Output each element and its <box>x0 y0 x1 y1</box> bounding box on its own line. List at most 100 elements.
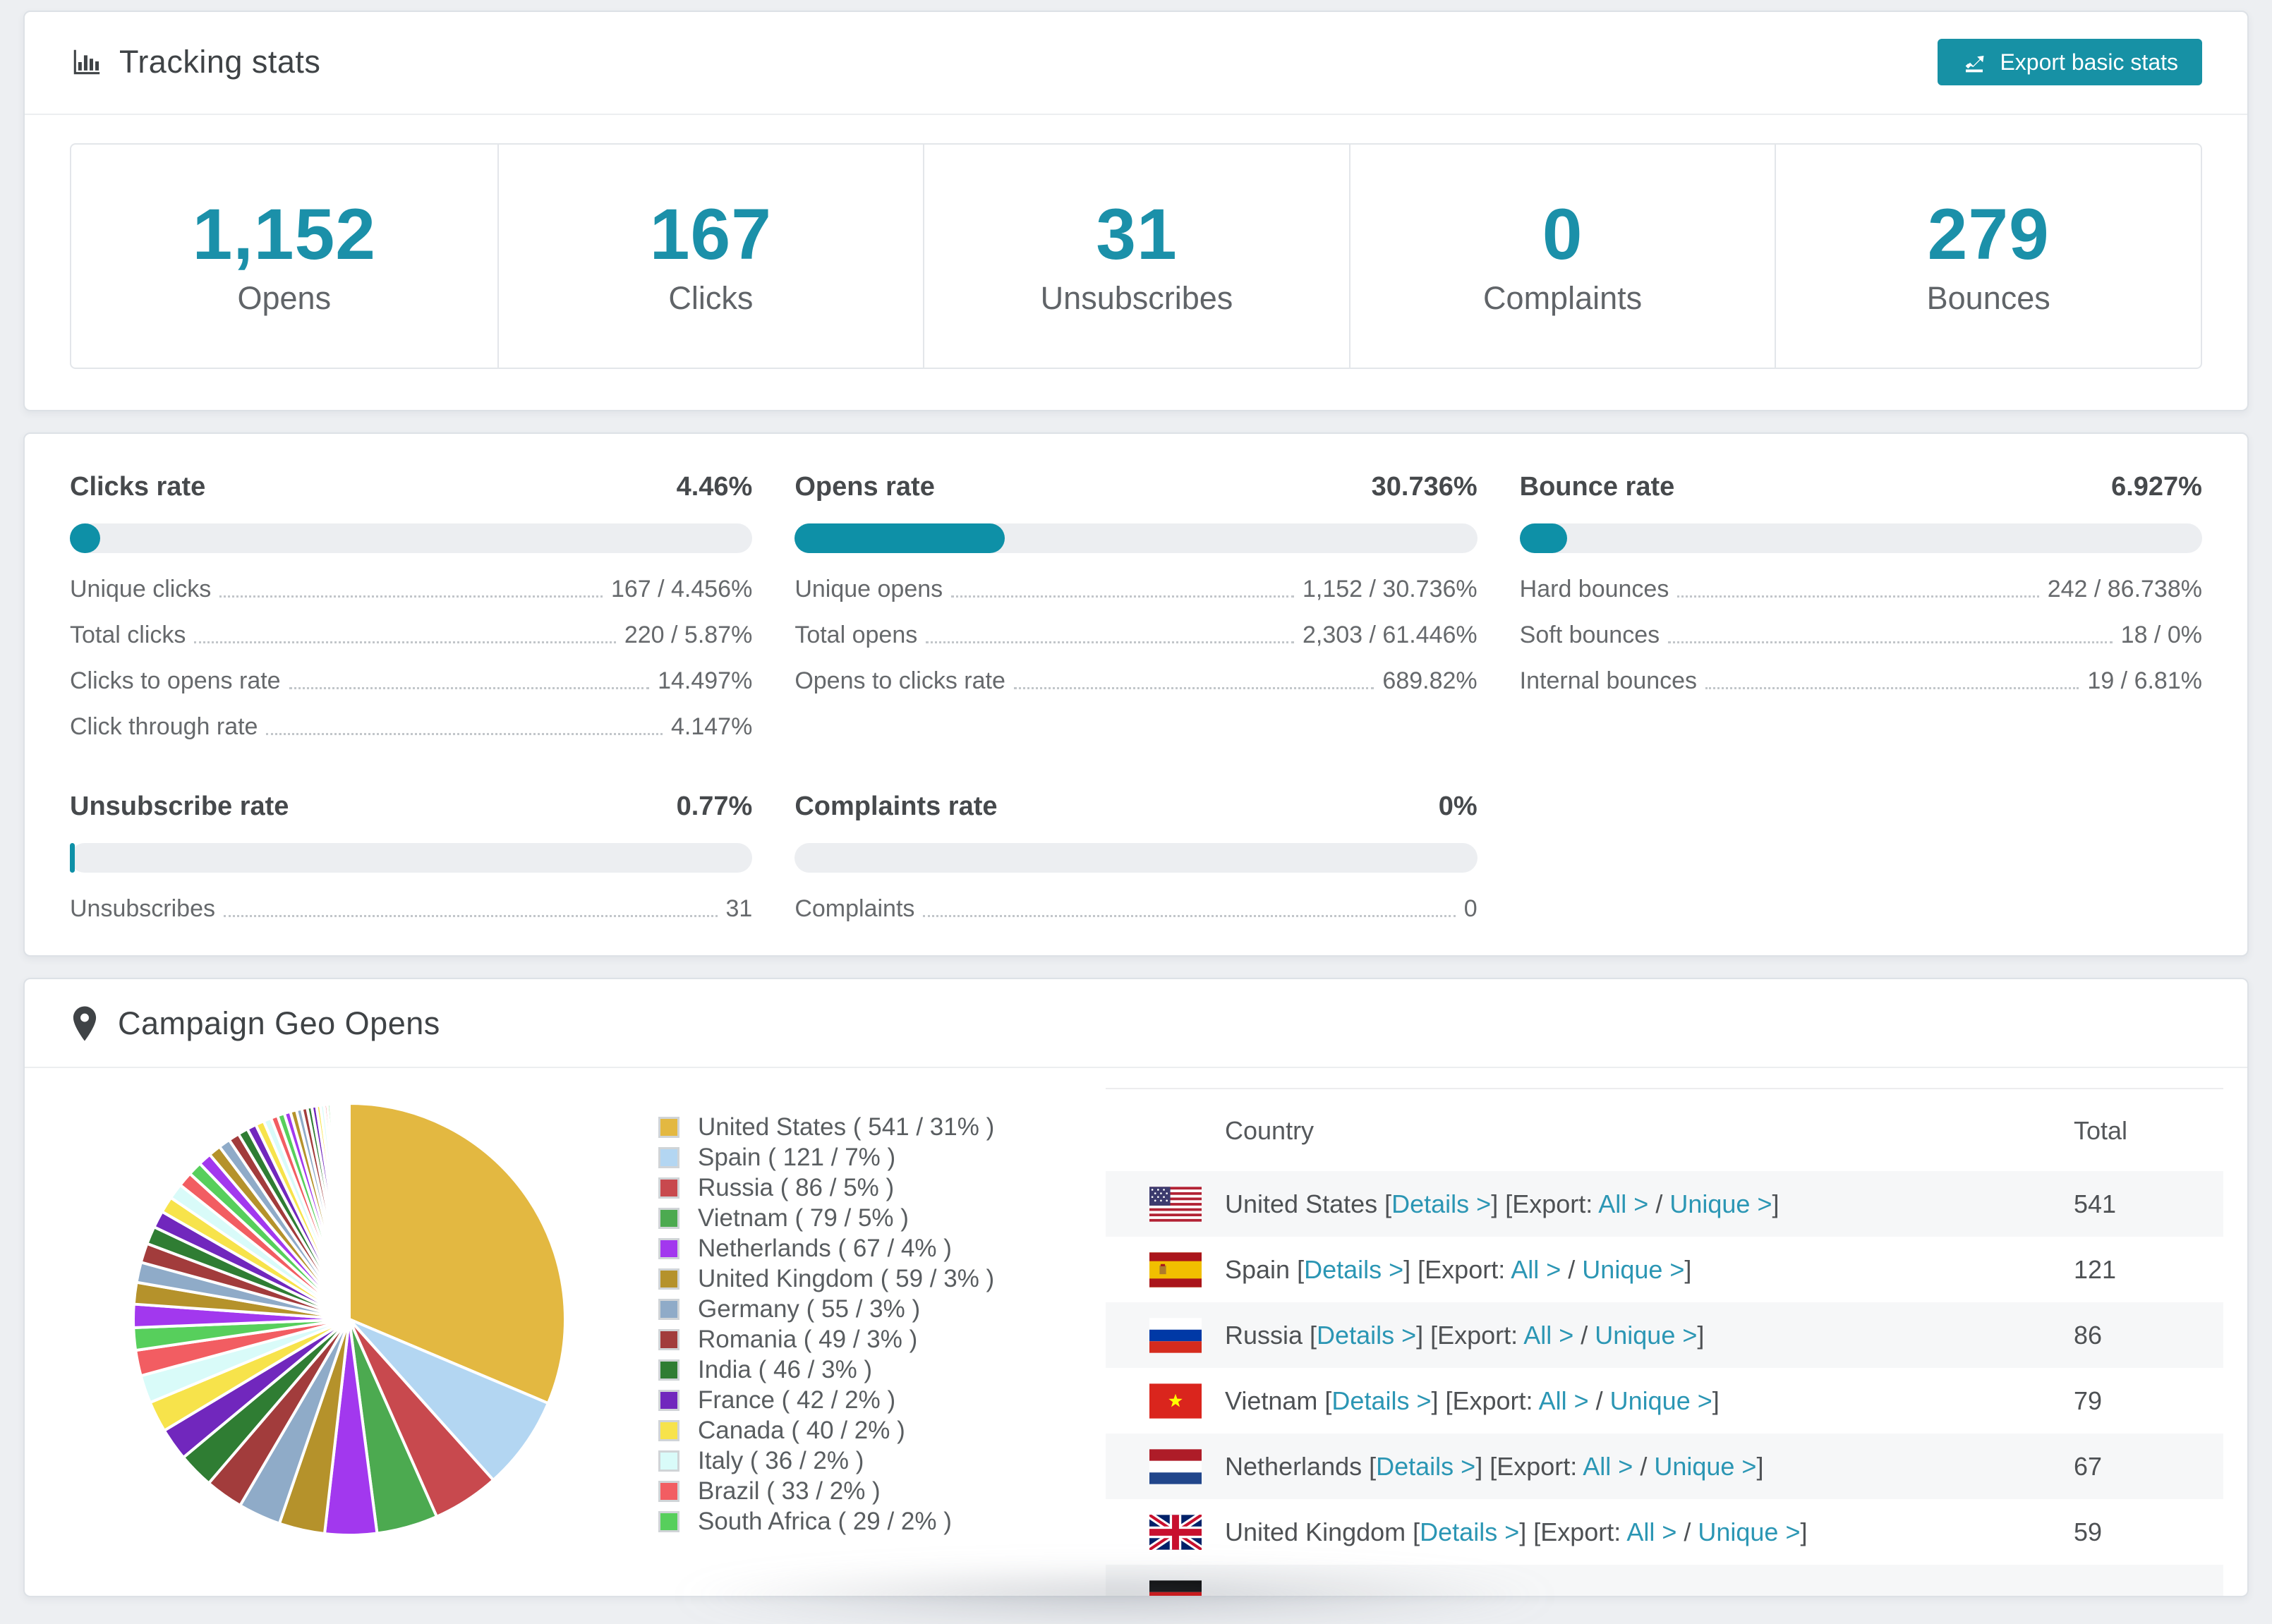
table-row-russia: Russia [Details >] [Export: All > / Uniq… <box>1106 1302 2223 1368</box>
rate-block-clicks-rate: Clicks rate 4.46% Unique clicks 167 / 4.… <box>70 472 753 741</box>
geo-pie-chart <box>131 1101 568 1541</box>
legend-item-brazil: Brazil ( 33 / 2% ) <box>658 1476 1090 1506</box>
rate-row-label: Total opens <box>794 622 918 648</box>
rate-row: Opens to clicks rate 689.82% <box>794 667 1477 695</box>
details-link[interactable]: Details > <box>1376 1452 1475 1481</box>
rate-row-value: 1,152 / 30.736% <box>1303 576 1478 602</box>
export-all-link[interactable]: All > <box>1598 1189 1648 1218</box>
rate-row-value: 31 <box>725 895 753 922</box>
country-cell: Spain [Details >] [Export: All > / Uniqu… <box>1225 1254 1692 1284</box>
details-link[interactable]: Details > <box>1317 1321 1416 1350</box>
rate-title: Opens rate <box>794 472 935 502</box>
rate-block-complaints-rate: Complaints rate 0% Complaints 0 <box>794 792 1478 923</box>
export-unique-link[interactable]: Unique > <box>1669 1189 1772 1218</box>
rate-row: Unique opens 1,152 / 30.736% <box>794 576 1477 603</box>
dotted-leader <box>926 641 1294 643</box>
country-cell: Vietnam [Details >] [Export: All > / Uni… <box>1225 1386 1720 1415</box>
legend-label: Brazil ( 33 / 2% ) <box>698 1477 881 1505</box>
rate-row-label: Soft bounces <box>1519 622 1660 648</box>
export-icon <box>1966 56 1984 73</box>
rate-row: Internal bounces 19 / 6.81% <box>1520 667 2202 695</box>
rate-row: Total opens 2,303 / 61.446% <box>794 622 1477 649</box>
progress-bar <box>70 523 753 553</box>
summary-value: 167 <box>649 194 772 274</box>
geo-opens-header: Campaign Geo Opens <box>25 979 2247 1068</box>
export-all-link[interactable]: All > <box>1539 1386 1589 1415</box>
flag-ru-icon <box>1149 1317 1202 1353</box>
legend-swatch <box>658 1207 679 1229</box>
bar-chart-icon <box>70 46 102 78</box>
export-all-link[interactable]: All > <box>1583 1452 1633 1481</box>
details-link[interactable]: Details > <box>1304 1255 1403 1284</box>
tracking-stats-header: Tracking stats Export basic stats <box>25 12 2247 115</box>
geo-table-rows: United States [Details >] [Export: All >… <box>1106 1171 2223 1596</box>
table-row-netherlands: Netherlands [Details >] [Export: All > /… <box>1106 1434 2223 1499</box>
progress-bar-fill <box>1519 523 1567 553</box>
total-cell: 86 <box>2074 1320 2103 1350</box>
summary-cell-bounces: 279 Bounces <box>1775 145 2201 368</box>
dotted-leader <box>951 595 1294 598</box>
progress-bar <box>794 523 1478 553</box>
progress-bar <box>794 843 1478 873</box>
total-cell: 67 <box>2074 1451 2103 1481</box>
rate-row-value: 689.82% <box>1382 667 1478 694</box>
legend-item-united-states: United States ( 541 / 31% ) <box>658 1112 1090 1142</box>
tracking-stats-card: Tracking stats Export basic stats 1,152 … <box>23 11 2249 411</box>
details-link[interactable]: Details > <box>1420 1517 1519 1546</box>
geo-table: Country Total United States [Details >] … <box>1106 1088 2223 1596</box>
pie-legend: United States ( 541 / 31% ) Spain ( 121 … <box>658 1112 1090 1537</box>
dotted-leader <box>1705 687 2079 689</box>
geo-opens-title: Campaign Geo Opens <box>118 1005 440 1041</box>
export-basic-stats-button[interactable]: Export basic stats <box>1938 39 2202 85</box>
total-cell: 541 <box>2074 1189 2117 1218</box>
rate-row: Total clicks 220 / 5.87% <box>70 622 752 649</box>
details-link[interactable]: Details > <box>1331 1386 1431 1415</box>
rate-row-value: 4.147% <box>671 713 753 740</box>
flag-vn-icon <box>1149 1383 1202 1419</box>
summary-label: Complaints <box>1483 280 1643 316</box>
dotted-leader <box>289 687 650 689</box>
rate-row: Unique clicks 167 / 4.456% <box>70 576 752 603</box>
details-link[interactable]: Details > <box>1391 1189 1491 1218</box>
rate-row: Soft bounces 18 / 0% <box>1520 622 2202 649</box>
geo-table-header: Country Total <box>1106 1088 2223 1171</box>
legend-label: Vietnam ( 79 / 5% ) <box>698 1204 909 1232</box>
rate-row: Unsubscribes 31 <box>70 895 752 923</box>
flag-gb-icon <box>1149 1514 1202 1550</box>
summary-cell-opens: 1,152 Opens <box>71 145 497 368</box>
legend-label: Romania ( 49 / 3% ) <box>698 1325 918 1353</box>
export-unique-link[interactable]: Unique > <box>1582 1255 1684 1284</box>
legend-swatch <box>658 1298 679 1320</box>
column-header-country: Country <box>1225 1116 1315 1145</box>
legend-item-vietnam: Vietnam ( 79 / 5% ) <box>658 1203 1090 1233</box>
rate-value: 0.77% <box>676 792 753 821</box>
total-cell: 59 <box>2074 1517 2103 1546</box>
export-all-link[interactable]: All > <box>1523 1321 1573 1350</box>
table-row <box>1106 1565 2223 1596</box>
legend-item-italy: Italy ( 36 / 2% ) <box>658 1446 1090 1476</box>
flag-nl-icon <box>1149 1448 1202 1484</box>
rate-row-value: 19 / 6.81% <box>2087 667 2202 694</box>
dotted-leader <box>923 915 1456 917</box>
export-unique-link[interactable]: Unique > <box>1698 1517 1800 1546</box>
export-unique-link[interactable]: Unique > <box>1654 1452 1756 1481</box>
flag-es-icon <box>1149 1252 1202 1287</box>
legend-label: United States ( 541 / 31% ) <box>698 1113 995 1141</box>
table-row-united-states: United States [Details >] [Export: All >… <box>1106 1171 2223 1237</box>
export-unique-link[interactable]: Unique > <box>1595 1321 1697 1350</box>
export-unique-link[interactable]: Unique > <box>1610 1386 1712 1415</box>
rate-row-value: 220 / 5.87% <box>624 622 753 648</box>
export-all-link[interactable]: All > <box>1511 1255 1561 1284</box>
rate-row: Click through rate 4.147% <box>70 713 752 741</box>
legend-swatch <box>658 1146 679 1168</box>
rate-block-unsubscribe-rate: Unsubscribe rate 0.77% Unsubscribes 31 <box>70 792 753 923</box>
legend-label: India ( 46 / 3% ) <box>698 1355 873 1383</box>
dotted-leader <box>194 641 616 643</box>
rate-row-label: Complaints <box>794 895 915 922</box>
page-title: Tracking stats <box>119 44 321 80</box>
rate-row-value: 18 / 0% <box>2120 622 2202 648</box>
export-all-link[interactable]: All > <box>1626 1517 1676 1546</box>
dotted-leader <box>1668 641 2113 643</box>
legend-label: United Kingdom ( 59 / 3% ) <box>698 1264 995 1292</box>
legend-swatch <box>658 1177 679 1199</box>
